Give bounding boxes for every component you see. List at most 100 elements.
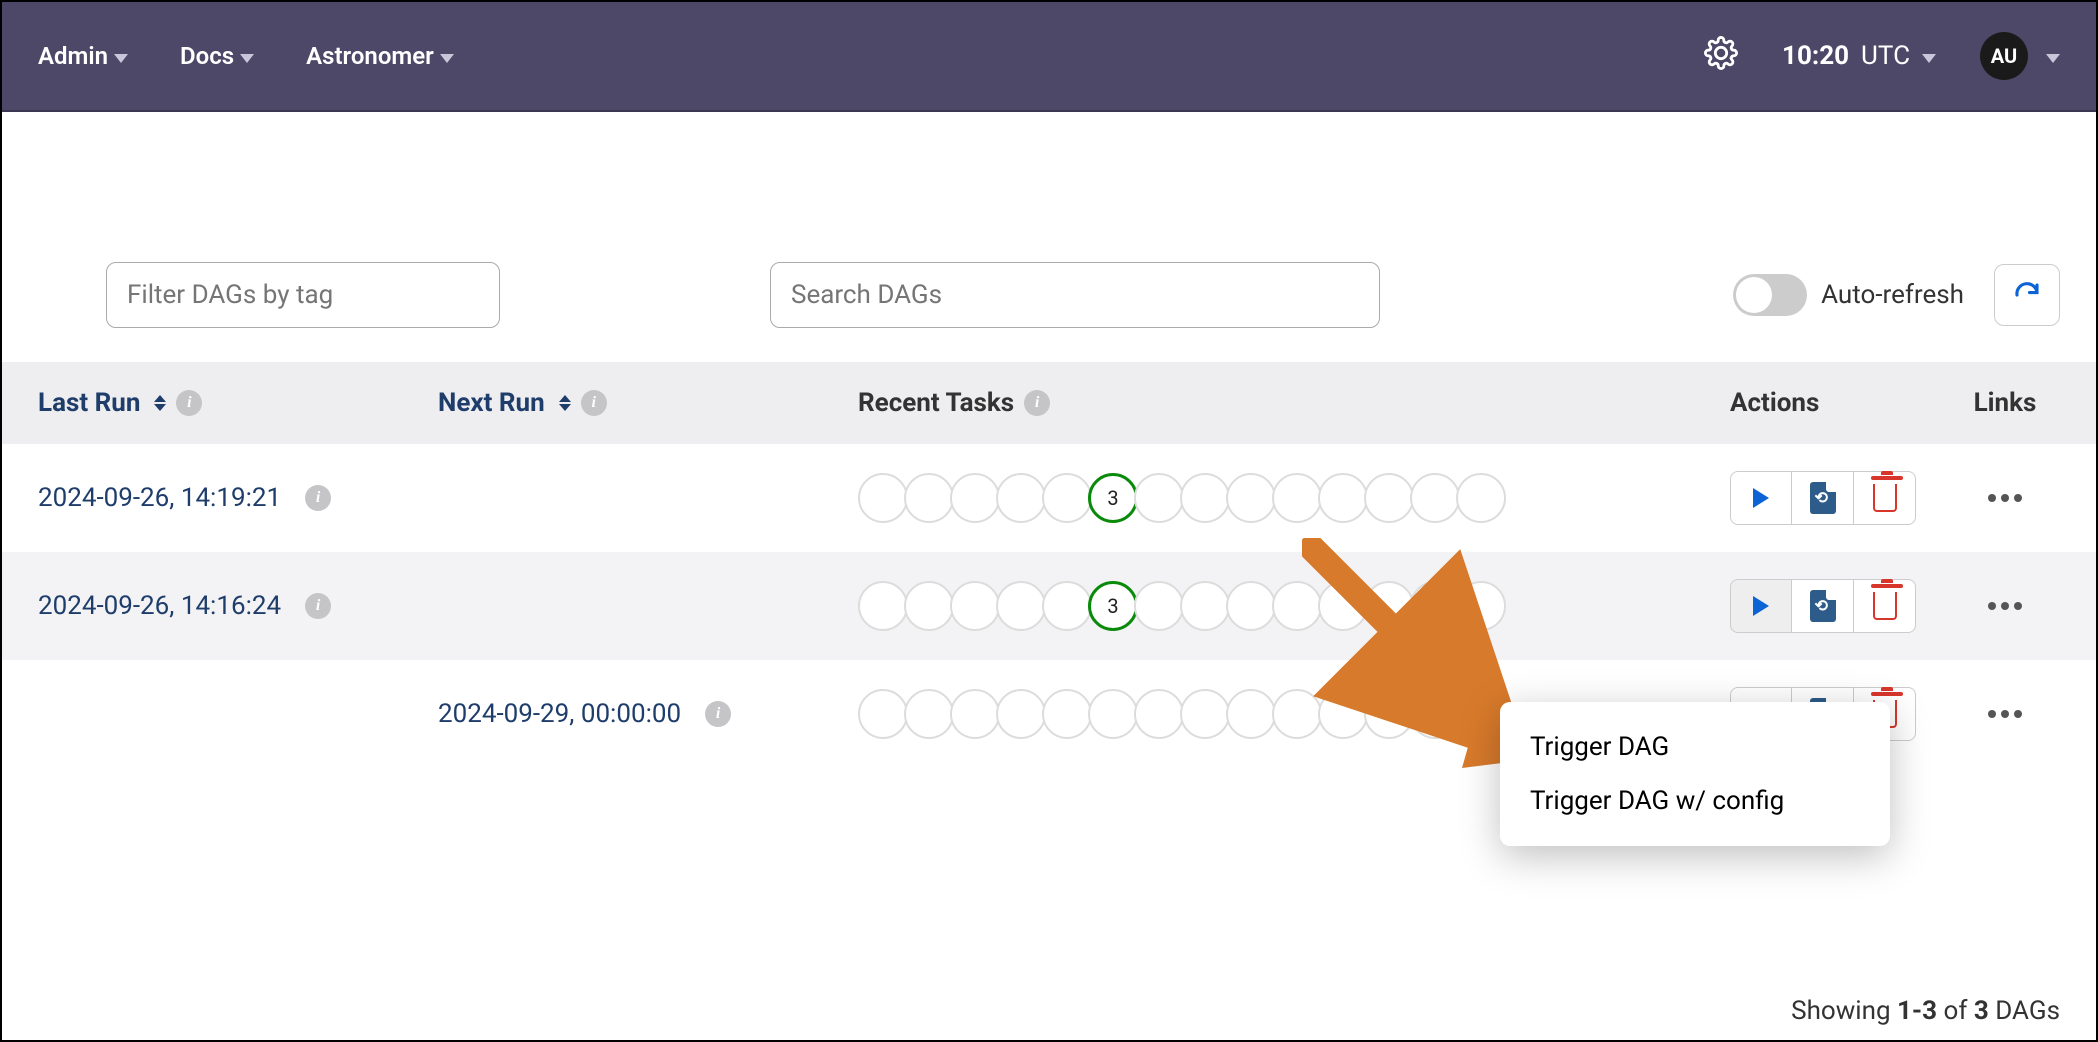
trigger-dag-button[interactable] — [1730, 471, 1792, 525]
avatar: AU — [1980, 32, 2028, 80]
delete-dag-button[interactable] — [1854, 579, 1916, 633]
task-status-empty[interactable] — [1364, 689, 1414, 739]
toolbar: Auto-refresh — [2, 112, 2096, 362]
nav-left: Admin Docs Astronomer — [38, 42, 454, 70]
nextrun-value[interactable]: 2024-09-29, 00:00:00 — [438, 699, 681, 729]
lastrun-value[interactable]: 2024-09-26, 14:19:21 — [38, 483, 281, 513]
refresh-dag-button[interactable] — [1792, 471, 1854, 525]
task-status-empty[interactable] — [1134, 689, 1184, 739]
task-status-empty[interactable] — [950, 581, 1000, 631]
task-status-empty[interactable] — [1180, 473, 1230, 523]
task-status-empty[interactable] — [1180, 581, 1230, 631]
caret-down-icon — [240, 54, 254, 63]
refresh-button[interactable] — [1994, 264, 2060, 326]
play-icon — [1753, 488, 1769, 508]
task-status-empty[interactable] — [1088, 689, 1138, 739]
cell-links[interactable] — [1950, 710, 2060, 718]
info-icon[interactable]: i — [305, 593, 331, 619]
cell-actions — [1730, 471, 1950, 525]
task-status-empty[interactable] — [950, 689, 1000, 739]
user-menu[interactable]: AU — [1980, 32, 2060, 80]
refresh-doc-icon — [1810, 590, 1836, 622]
trash-icon — [1873, 484, 1897, 512]
task-status-empty[interactable] — [904, 581, 954, 631]
task-status-empty[interactable] — [1042, 473, 1092, 523]
task-status-empty[interactable] — [1272, 581, 1322, 631]
auto-refresh-toggle[interactable] — [1733, 274, 1807, 316]
lastrun-value[interactable]: 2024-09-26, 14:16:24 — [38, 591, 281, 621]
task-status-empty[interactable] — [1226, 689, 1276, 739]
table-row: 2024-09-26, 14:16:24 i 3 — [2, 552, 2096, 660]
trigger-dag-config-option[interactable]: Trigger DAG w/ config — [1500, 774, 1890, 828]
cell-recent-tasks: 3 — [828, 473, 1730, 523]
col-header-nextrun[interactable]: Next Run i — [438, 388, 828, 418]
task-status-empty[interactable] — [1042, 689, 1092, 739]
task-status-empty[interactable] — [1226, 473, 1276, 523]
gear-icon — [1704, 36, 1738, 70]
task-status-empty[interactable] — [996, 473, 1046, 523]
task-status-empty[interactable] — [1456, 689, 1506, 739]
task-status-empty[interactable] — [1042, 581, 1092, 631]
caret-down-icon — [2046, 54, 2060, 63]
task-status-empty[interactable] — [1364, 473, 1414, 523]
avatar-initials: AU — [1991, 44, 2017, 68]
col-label: Last Run — [38, 388, 140, 418]
trigger-dag-button[interactable] — [1730, 579, 1792, 633]
info-icon[interactable]: i — [176, 390, 202, 416]
task-status-empty[interactable] — [858, 473, 908, 523]
task-status-success[interactable]: 3 — [1088, 581, 1138, 631]
task-status-empty[interactable] — [1456, 473, 1506, 523]
task-status-empty[interactable] — [858, 581, 908, 631]
task-status-empty[interactable] — [1456, 581, 1506, 631]
task-status-empty[interactable] — [1410, 581, 1460, 631]
task-status-empty[interactable] — [1272, 473, 1322, 523]
info-icon[interactable]: i — [581, 390, 607, 416]
more-icon — [1950, 710, 2060, 718]
cell-links[interactable] — [1950, 602, 2060, 610]
task-status-empty[interactable] — [904, 473, 954, 523]
nav-item-astronomer[interactable]: Astronomer — [306, 42, 454, 70]
task-status-empty[interactable] — [1134, 473, 1184, 523]
pagination-summary: Showing 1-3 of 3 DAGs — [1791, 996, 2060, 1026]
task-status-empty[interactable] — [1272, 689, 1322, 739]
task-status-empty[interactable] — [996, 689, 1046, 739]
task-status-empty[interactable] — [1410, 473, 1460, 523]
delete-dag-button[interactable] — [1854, 471, 1916, 525]
task-status-empty[interactable] — [1318, 473, 1368, 523]
task-status-empty[interactable] — [950, 473, 1000, 523]
nav-item-admin[interactable]: Admin — [38, 42, 128, 70]
task-status-empty[interactable] — [1318, 581, 1368, 631]
info-icon[interactable]: i — [1024, 390, 1050, 416]
search-dags-input[interactable] — [770, 262, 1380, 328]
navbar: Admin Docs Astronomer 10:20 UTC — [2, 2, 2096, 112]
refresh-doc-icon — [1810, 482, 1836, 514]
info-icon[interactable]: i — [305, 485, 331, 511]
nav-item-docs[interactable]: Docs — [180, 42, 254, 70]
trigger-dropdown: Trigger DAG Trigger DAG w/ config — [1500, 702, 1890, 846]
task-status-empty[interactable] — [996, 581, 1046, 631]
table-header: Last Run i Next Run i Recent Tasks i Act… — [2, 362, 2096, 444]
task-status-empty[interactable] — [1134, 581, 1184, 631]
task-status-empty[interactable] — [1318, 689, 1368, 739]
trigger-dag-option[interactable]: Trigger DAG — [1500, 720, 1890, 774]
cell-links[interactable] — [1950, 494, 2060, 502]
task-circles: 3 — [858, 581, 1506, 631]
col-header-lastrun[interactable]: Last Run i — [38, 388, 438, 418]
info-icon[interactable]: i — [705, 701, 731, 727]
footer-text: DAGs — [1989, 996, 2060, 1026]
refresh-icon — [2012, 280, 2042, 310]
footer-range: 1-3 — [1897, 996, 1937, 1026]
refresh-dag-button[interactable] — [1792, 579, 1854, 633]
nav-label: Docs — [180, 42, 234, 70]
task-status-empty[interactable] — [1226, 581, 1276, 631]
task-status-success[interactable]: 3 — [1088, 473, 1138, 523]
task-status-empty[interactable] — [904, 689, 954, 739]
task-status-empty[interactable] — [858, 689, 908, 739]
filter-tags-input[interactable] — [106, 262, 500, 328]
settings-button[interactable] — [1704, 36, 1738, 76]
task-status-empty[interactable] — [1364, 581, 1414, 631]
timezone-selector[interactable]: 10:20 UTC — [1782, 41, 1936, 71]
table-row: 2024-09-26, 14:19:21 i 3 — [2, 444, 2096, 552]
task-status-empty[interactable] — [1180, 689, 1230, 739]
task-status-empty[interactable] — [1410, 689, 1460, 739]
